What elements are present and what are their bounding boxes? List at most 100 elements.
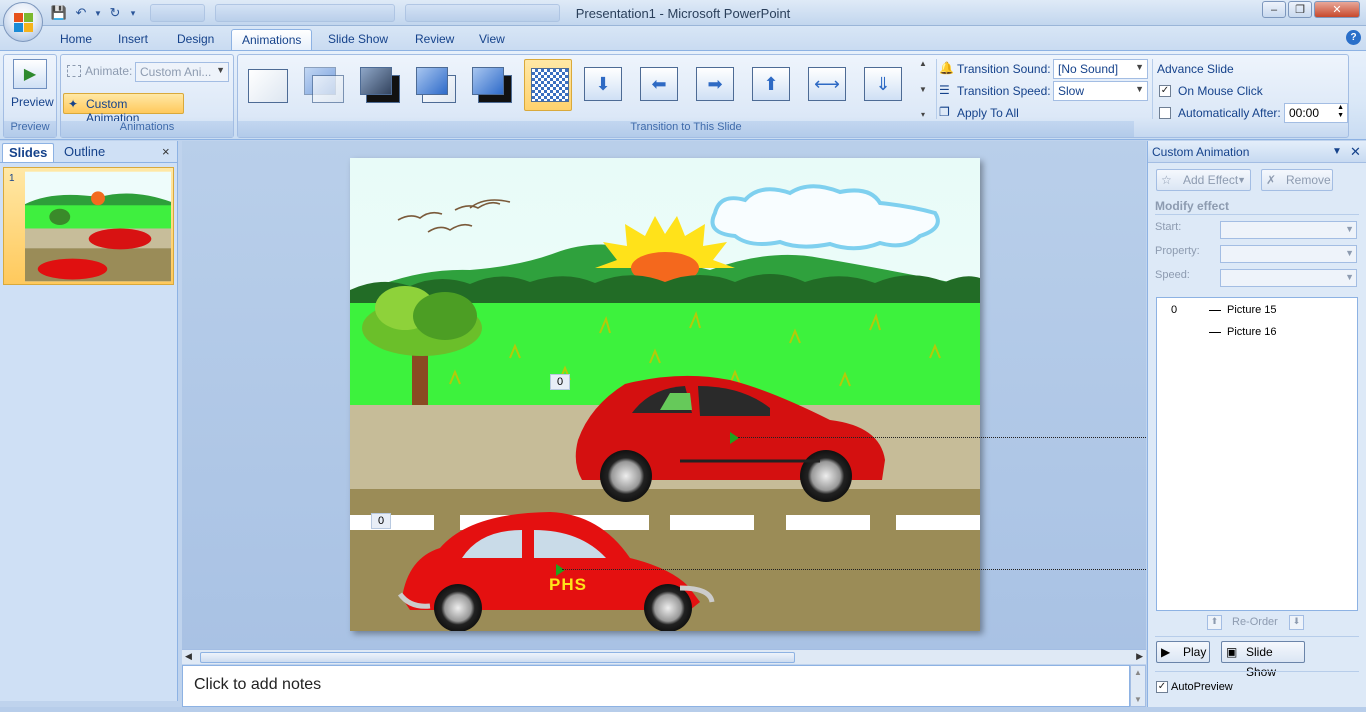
start-combo[interactable]: ▼ xyxy=(1220,221,1357,239)
animation-item[interactable]: Picture 16 xyxy=(1227,326,1277,338)
on-mouse-click-checkbox[interactable]: ✓ xyxy=(1159,85,1171,97)
save-icon[interactable]: 💾 xyxy=(50,4,68,22)
chevron-down-icon: ▼ xyxy=(1135,84,1144,94)
transition-push-down[interactable]: ⇓ xyxy=(860,63,908,107)
property-label: Property: xyxy=(1155,245,1200,257)
motion-path-top[interactable] xyxy=(738,437,1146,438)
minimize-button[interactable]: – xyxy=(1262,1,1286,18)
play-label: Play xyxy=(1183,645,1207,659)
transition-no-transition[interactable] xyxy=(244,63,292,107)
gallery-up-icon[interactable]: ▲ xyxy=(919,59,927,68)
notes-scrollbar[interactable]: ▲ ▼ xyxy=(1130,665,1146,707)
spinner-icon[interactable]: ▲ ▼ xyxy=(1337,104,1344,120)
notes-pane[interactable]: Click to add notes xyxy=(182,665,1130,707)
slide-number: 1 xyxy=(9,173,15,184)
apply-to-all-button[interactable]: Apply To All xyxy=(957,106,1019,120)
tab-slide-show[interactable]: Slide Show xyxy=(318,29,398,50)
advance-time-spinner[interactable]: 00:00 ▲ ▼ xyxy=(1284,103,1348,123)
transition-wipe-right[interactable]: ➡ xyxy=(692,63,740,107)
transition-wipe-left[interactable]: ⬅ xyxy=(636,63,684,107)
animation-tag-top[interactable]: 0 xyxy=(550,374,570,390)
help-icon[interactable]: ? xyxy=(1346,30,1361,45)
animation-list[interactable]: 0 Picture 15 Picture 16 xyxy=(1156,297,1358,611)
preview-button-label[interactable]: Preview xyxy=(11,95,54,109)
office-button[interactable] xyxy=(3,2,43,42)
transition-fade-smoothly[interactable] xyxy=(300,63,348,107)
add-effect-button[interactable]: ☆ Add Effect ▼ xyxy=(1156,169,1251,191)
close-icon[interactable]: ✕ xyxy=(1350,141,1361,163)
animation-tag-bottom[interactable]: 0 xyxy=(371,513,391,529)
background-tab-3[interactable] xyxy=(405,4,560,22)
pane-options-icon[interactable]: ▼ xyxy=(1332,141,1342,163)
tab-design[interactable]: Design xyxy=(167,29,224,50)
transition-sound-value: [No Sound] xyxy=(1058,62,1119,76)
slide-thumbnail-image xyxy=(25,171,171,282)
gallery-more-icon[interactable]: ▾ xyxy=(921,110,925,119)
transition-gallery-scroll[interactable]: ▲ ▼ ▾ xyxy=(916,59,930,119)
undo-dropdown-icon[interactable]: ▼ xyxy=(94,4,102,22)
customize-qat-icon[interactable]: ▾ xyxy=(128,4,138,22)
motion-start-icon[interactable] xyxy=(556,564,565,576)
speed-combo[interactable]: ▼ xyxy=(1220,269,1357,287)
automatically-after-checkbox[interactable] xyxy=(1159,107,1171,119)
advance-slide-title: Advance Slide xyxy=(1157,62,1234,76)
notes-placeholder[interactable]: Click to add notes xyxy=(194,676,321,694)
preview-icon[interactable]: ▶ xyxy=(13,59,47,89)
quick-access-toolbar: 💾 ↶ ▼ ↻ ▾ xyxy=(50,4,138,22)
autopreview-label: AutoPreview xyxy=(1171,681,1233,693)
tab-home[interactable]: Home xyxy=(50,29,102,50)
slide-show-button[interactable]: ▣ Slide Show xyxy=(1221,641,1305,679)
animate-icon xyxy=(67,65,81,77)
property-combo[interactable]: ▼ xyxy=(1220,245,1357,263)
gallery-down-icon[interactable]: ▼ xyxy=(919,85,927,94)
animate-combo[interactable]: Custom Ani... ▼ xyxy=(135,62,229,82)
scroll-down-icon[interactable]: ▼ xyxy=(1134,695,1142,704)
transition-cut[interactable] xyxy=(412,63,460,107)
autopreview-checkbox[interactable]: ✓ xyxy=(1156,681,1168,693)
horizontal-scrollbar[interactable]: ◀ ▶ xyxy=(182,649,1146,664)
play-button[interactable]: ▶ Play xyxy=(1156,641,1210,663)
motion-start-icon[interactable] xyxy=(730,432,739,444)
transition-speed-value: Slow xyxy=(1058,84,1085,98)
undo-icon[interactable]: ↶ xyxy=(72,4,90,22)
reorder-down-icon[interactable]: ⬇ xyxy=(1289,615,1304,630)
redo-icon[interactable]: ↻ xyxy=(106,4,124,22)
tab-outline[interactable]: Outline xyxy=(58,143,111,162)
animation-item[interactable]: Picture 15 xyxy=(1227,304,1277,316)
chevron-down-icon: ▼ xyxy=(1345,224,1354,234)
tab-review[interactable]: Review xyxy=(405,29,464,50)
transition-wipe-down[interactable]: ⬇ xyxy=(580,63,628,107)
transition-dissolve[interactable] xyxy=(524,59,572,111)
tab-view[interactable]: View xyxy=(469,29,515,50)
remove-button[interactable]: ✗ Remove xyxy=(1261,169,1333,191)
scroll-left-icon[interactable]: ◀ xyxy=(185,651,192,662)
scroll-up-icon[interactable]: ▲ xyxy=(1134,668,1142,677)
tab-animations[interactable]: Animations xyxy=(231,29,313,50)
transition-sound-combo[interactable]: [No Sound] ▼ xyxy=(1053,59,1148,79)
transition-cut-through-black[interactable] xyxy=(468,63,516,107)
background-tab-2[interactable] xyxy=(215,4,395,22)
tab-insert[interactable]: Insert xyxy=(108,29,158,50)
background-tab-1[interactable] xyxy=(150,4,205,22)
tab-slides[interactable]: Slides xyxy=(2,143,55,162)
scroll-thumb[interactable] xyxy=(200,652,795,663)
scroll-right-icon[interactable]: ▶ xyxy=(1136,651,1143,662)
transition-speed-combo[interactable]: Slow ▼ xyxy=(1053,81,1148,101)
close-icon[interactable]: × xyxy=(162,144,170,159)
transition-split[interactable]: ⟷ xyxy=(804,63,852,107)
animate-label: Animate: xyxy=(85,64,133,78)
chevron-down-icon: ▼ xyxy=(1237,175,1246,185)
close-button[interactable]: ✕ xyxy=(1314,1,1360,18)
sound-icon: 🔔 xyxy=(939,61,954,75)
transition-fade-through-black[interactable] xyxy=(356,63,404,107)
slide-canvas[interactable]: PHS 0 0 xyxy=(350,158,980,631)
slide-thumbnail-selected[interactable]: 1 xyxy=(3,167,174,285)
transition-wipe-up[interactable]: ⬆ xyxy=(748,63,796,107)
ribbon-tabs: Home Insert Design Animations Slide Show… xyxy=(0,26,1366,50)
restore-button[interactable]: ❐ xyxy=(1288,1,1312,18)
transition-sound-label: Transition Sound: xyxy=(957,62,1051,76)
custom-animation-button[interactable]: ✦ Custom Animation xyxy=(63,93,184,125)
reorder-up-icon[interactable]: ⬆ xyxy=(1207,615,1222,630)
status-bar xyxy=(0,707,1366,712)
motion-path-bottom[interactable] xyxy=(562,569,1146,570)
